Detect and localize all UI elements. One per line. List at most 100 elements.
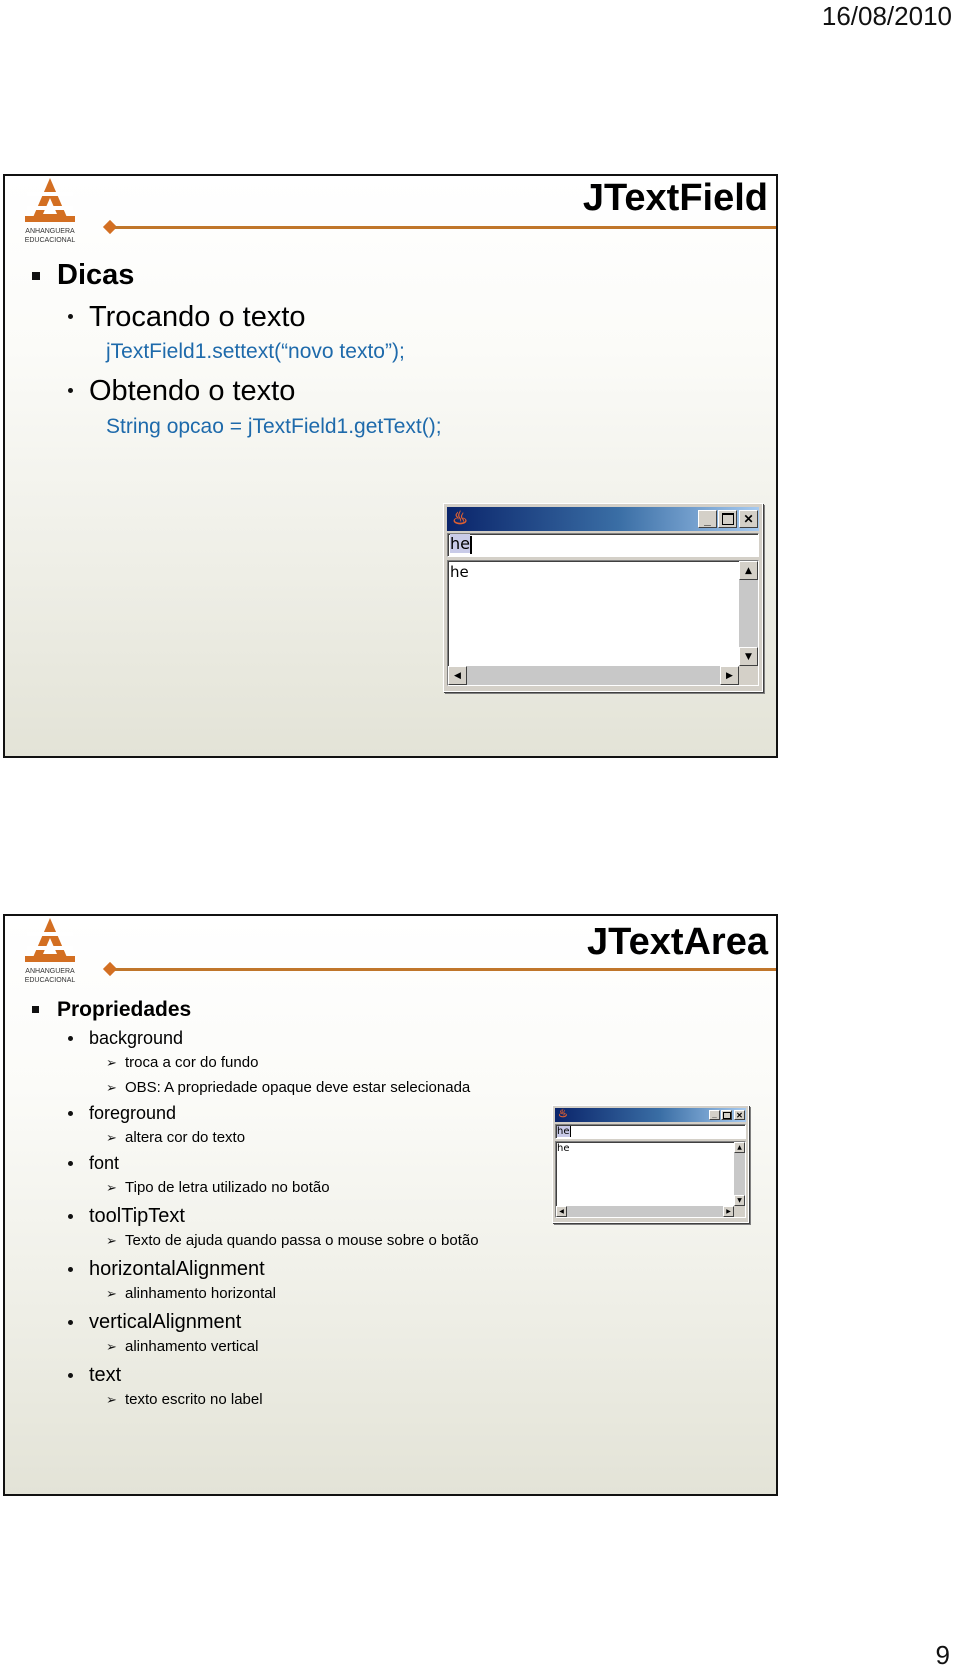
- slide-title: JTextArea: [587, 921, 768, 963]
- document-date: 16/08/2010: [821, 1, 952, 31]
- arrow-down-icon: ▼: [737, 1197, 742, 1204]
- text-area[interactable]: he ▲ ▼ ◀ ▶: [447, 560, 759, 686]
- property-note: altera cor do texto: [125, 1129, 246, 1146]
- text-field[interactable]: he: [555, 1124, 746, 1139]
- scroll-left-button[interactable]: ◀: [448, 666, 467, 685]
- arrow-bullet-icon: ➢: [106, 1180, 117, 1195]
- java-window: ♨ _ ✕ he he ▲ ▼ ◀ ▶: [552, 1105, 749, 1223]
- arrow-left-icon: ◀: [559, 1208, 564, 1215]
- arrow-up-icon: ▲: [737, 1144, 742, 1151]
- minimize-button[interactable]: _: [698, 510, 717, 528]
- scroll-right-button[interactable]: ▶: [720, 666, 739, 685]
- maximize-icon: [721, 513, 734, 525]
- arrow-right-icon: ▶: [726, 1208, 731, 1215]
- bullet-icon: [68, 1267, 73, 1272]
- arrow-down-icon: ▼: [745, 651, 752, 662]
- square-bullet-icon: [32, 1006, 39, 1013]
- arrow-bullet-icon: ➢: [106, 1339, 117, 1354]
- vertical-scrollbar[interactable]: ▲ ▼: [739, 561, 758, 666]
- close-icon: ✕: [743, 512, 754, 526]
- scroll-up-button[interactable]: ▲: [734, 1142, 745, 1153]
- java-window: ♨ _ ✕ he he ▲ ▼ ◀ ▶: [443, 503, 763, 692]
- property-name: horizontalAlignment: [89, 1258, 265, 1280]
- text-field-value: he: [450, 534, 470, 553]
- arrow-up-icon: ▲: [745, 565, 752, 576]
- maximize-button[interactable]: [721, 1110, 732, 1120]
- anhanguera-logo: ANHANGUERA EDUCACIONAL: [25, 178, 76, 244]
- java-icon: ♨: [452, 508, 469, 528]
- close-button[interactable]: ✕: [739, 510, 758, 528]
- bullet-icon: [68, 314, 73, 319]
- property-note: texto escrito no label: [125, 1391, 263, 1408]
- horizontal-scrollbar[interactable]: ◀ ▶: [556, 1206, 734, 1217]
- property-name: verticalAlignment: [89, 1311, 242, 1333]
- scroll-left-button[interactable]: ◀: [556, 1206, 567, 1217]
- maximize-icon: [722, 1111, 731, 1119]
- window-titlebar[interactable]: ♨ _ ✕: [555, 1108, 746, 1122]
- slide-title: JTextField: [582, 177, 768, 219]
- arrow-bullet-icon: ➢: [106, 1080, 117, 1095]
- close-icon: ✕: [736, 1110, 743, 1120]
- text-field[interactable]: he: [447, 533, 759, 557]
- section-heading: Propriedades: [57, 998, 192, 1021]
- property-note: troca a cor do fundo: [125, 1054, 259, 1071]
- svg-text:EDUCACIONAL: EDUCACIONAL: [25, 237, 76, 244]
- code-snippet: String opcao = jTextField1.getText();: [106, 415, 442, 438]
- text-caret: [569, 1125, 571, 1137]
- text-caret: [469, 535, 472, 554]
- arrow-bullet-icon: ➢: [106, 1130, 117, 1145]
- bullet-icon: [68, 1320, 73, 1325]
- scrollbar-corner: [734, 1206, 745, 1217]
- slide-jtextarea: ANHANGUERA EDUCACIONAL JTextArea Proprie…: [3, 914, 778, 1496]
- property-name: background: [89, 1028, 184, 1048]
- code-snippet: jTextField1.settext(“novo texto”);: [106, 340, 405, 363]
- scrollbar-corner: [739, 666, 758, 685]
- property-name: text: [89, 1364, 122, 1386]
- section-heading: Dicas: [57, 259, 135, 291]
- property-note: Tipo de letra utilizado no botão: [125, 1179, 330, 1196]
- bullet-icon: [68, 1161, 73, 1166]
- arrow-bullet-icon: ➢: [106, 1286, 117, 1301]
- bullet-icon: [68, 1111, 73, 1116]
- list-item-label: Obtendo o texto: [89, 375, 296, 407]
- title-underline: [115, 226, 776, 229]
- text-area-value: he: [450, 563, 469, 581]
- vertical-scrollbar[interactable]: ▲ ▼: [734, 1142, 745, 1206]
- text-area-value: he: [557, 1143, 570, 1154]
- bullet-icon: [68, 1214, 73, 1219]
- svg-text:EDUCACIONAL: EDUCACIONAL: [25, 977, 76, 984]
- slide-jtextfield: ANHANGUERA EDUCACIONAL JTextField Dicas …: [3, 174, 778, 758]
- maximize-button[interactable]: [718, 510, 737, 528]
- java-icon: ♨: [558, 1108, 568, 1120]
- title-underline: [115, 968, 776, 971]
- minimize-button[interactable]: _: [709, 1110, 720, 1120]
- scroll-right-button[interactable]: ▶: [723, 1206, 734, 1217]
- bullet-icon: [68, 1373, 73, 1378]
- scroll-down-button[interactable]: ▼: [734, 1195, 745, 1206]
- property-name: toolTipText: [89, 1205, 185, 1227]
- horizontal-scrollbar[interactable]: ◀ ▶: [448, 666, 739, 685]
- scroll-up-button[interactable]: ▲: [739, 561, 758, 580]
- text-field-value: he: [557, 1126, 570, 1137]
- bullet-icon: [68, 388, 73, 393]
- property-note: OBS: A propriedade opaque deve estar sel…: [125, 1079, 471, 1096]
- window-titlebar[interactable]: ♨ _ ✕: [447, 507, 759, 531]
- arrow-bullet-icon: ➢: [106, 1392, 117, 1407]
- property-note: Texto de ajuda quando passa o mouse sobr…: [125, 1232, 479, 1249]
- arrow-left-icon: ◀: [454, 670, 461, 681]
- scroll-down-button[interactable]: ▼: [739, 647, 758, 666]
- close-button[interactable]: ✕: [734, 1110, 745, 1120]
- property-note: alinhamento horizontal: [125, 1285, 276, 1302]
- bullet-icon: [68, 1036, 73, 1041]
- arrow-bullet-icon: ➢: [106, 1233, 117, 1248]
- svg-text:ANHANGUERA: ANHANGUERA: [25, 968, 75, 975]
- anhanguera-logo: ANHANGUERA EDUCACIONAL: [25, 918, 76, 984]
- arrow-right-icon: ▶: [726, 670, 733, 681]
- svg-text:ANHANGUERA: ANHANGUERA: [25, 228, 75, 235]
- text-area[interactable]: he ▲ ▼ ◀ ▶: [555, 1141, 746, 1218]
- list-item-label: Trocando o texto: [89, 301, 306, 333]
- property-name: foreground: [89, 1103, 177, 1123]
- arrow-bullet-icon: ➢: [106, 1055, 117, 1070]
- square-bullet-icon: [32, 272, 40, 280]
- property-name: font: [89, 1153, 120, 1173]
